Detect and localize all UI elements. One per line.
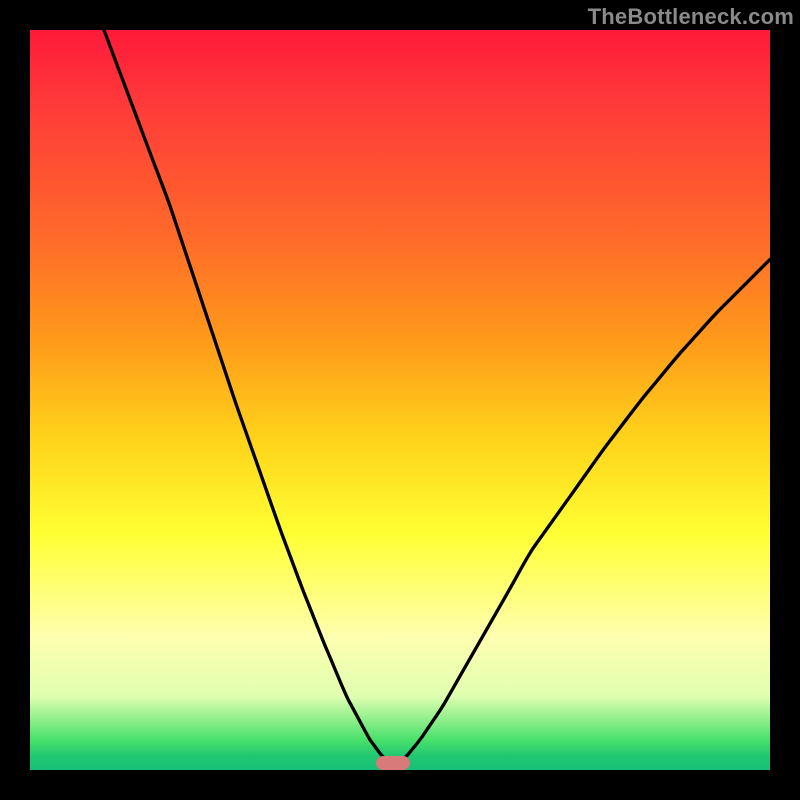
bottleneck-curve [30, 30, 770, 770]
watermark-text: TheBottleneck.com [588, 4, 794, 30]
chart-frame: TheBottleneck.com [0, 0, 800, 800]
curve-path [104, 30, 770, 763]
optimal-marker [376, 756, 410, 770]
plot-area [30, 30, 770, 770]
